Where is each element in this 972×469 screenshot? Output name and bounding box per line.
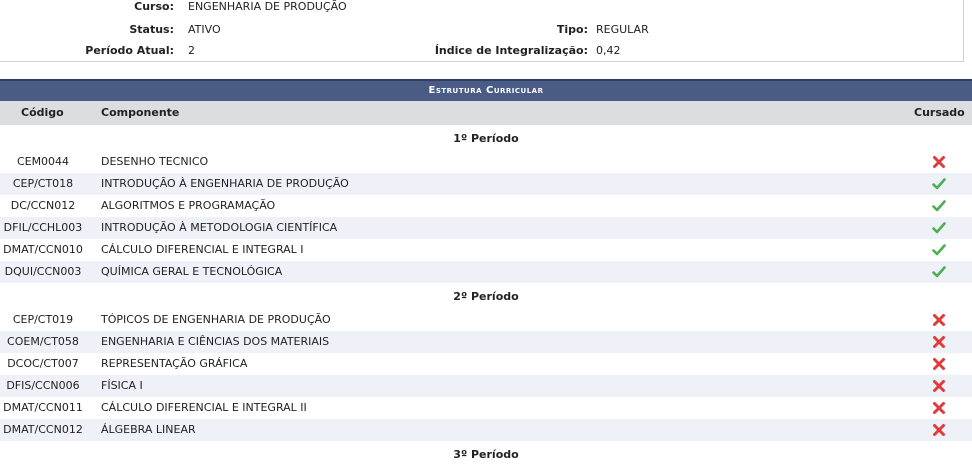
table-row: DMAT/CCN010 CÁLCULO DIFERENCIAL E INTEGRA… <box>0 239 972 261</box>
table-row: DQUI/CCN003 QUÍMICA GERAL E TECNOLÓGICA <box>0 261 972 283</box>
table-row: COEM/CT058 ENGENHARIA E CIÊNCIAS DOS MATE… <box>0 331 972 353</box>
table-row: DFIL/CCHL003 INTRODUÇÃO À METODOLOGIA CIE… <box>0 217 972 239</box>
check-icon <box>932 221 946 235</box>
period-header: 2º Período <box>0 283 972 309</box>
periodo-atual-value: 2 <box>188 44 195 57</box>
table-row: CEP/CT018 INTRODUÇÃO À ENGENHARIA DE PROD… <box>0 173 972 195</box>
component-name: FÍSICA I <box>101 379 143 392</box>
component-name: CÁLCULO DIFERENCIAL E INTEGRAL II <box>101 401 307 414</box>
cross-icon <box>932 155 946 169</box>
table-header: Código Componente Cursado <box>0 101 972 125</box>
component-code: DMAT/CCN012 <box>3 423 83 436</box>
table-row: DCOC/CT007 REPRESENTAÇÃO GRÁFICA <box>0 353 972 375</box>
table-row: CEM0044 DESENHO TECNICO <box>0 151 972 173</box>
component-name: ÁLGEBRA LINEAR <box>101 423 196 436</box>
component-code: DQUI/CCN003 <box>4 265 82 278</box>
check-icon <box>932 265 946 279</box>
component-code: DFIS/CCN006 <box>6 379 80 392</box>
component-code: DMAT/CCN010 <box>3 243 83 256</box>
component-name: CÁLCULO DIFERENCIAL E INTEGRAL I <box>101 243 304 256</box>
table-row: DFIS/CCN006 FÍSICA I <box>0 375 972 397</box>
status-label: Status: <box>129 23 174 36</box>
periodo-atual-label: Período Atual: <box>85 44 174 57</box>
component-code: CEM0044 <box>16 155 70 168</box>
component-name: ENGENHARIA E CIÊNCIAS DOS MATERIAIS <box>101 335 330 348</box>
curso-label: Curso: <box>134 0 174 13</box>
check-icon <box>932 243 946 257</box>
component-name: QUÍMICA GERAL E TECNOLÓGICA <box>101 265 283 278</box>
col-codigo-header: Código <box>21 106 64 119</box>
tipo-value: REGULAR <box>596 23 649 36</box>
cross-icon <box>932 379 946 393</box>
tipo-label: Tipo: <box>556 23 588 36</box>
table-row: CEP/CT019 TÓPICOS DE ENGENHARIA DE PRODUÇ… <box>0 309 972 331</box>
cross-icon <box>932 423 946 437</box>
table-row: DMAT/CCN011 CÁLCULO DIFERENCIAL E INTEGRA… <box>0 397 972 419</box>
component-code: DFIL/CCHL003 <box>3 221 83 234</box>
table-row: DC/CCN012 ALGORITMOS E PROGRAMAÇÃO <box>0 195 972 217</box>
component-name: ALGORITMOS E PROGRAMAÇÃO <box>101 199 276 212</box>
status-value: ATIVO <box>188 23 221 36</box>
component-code: DMAT/CCN011 <box>3 401 83 414</box>
table-caption: Estrutura Curricular <box>0 79 972 101</box>
cross-icon <box>932 313 946 327</box>
component-name: REPRESENTAÇÃO GRÁFICA <box>101 357 248 370</box>
component-code: CEP/CT018 <box>12 177 74 190</box>
col-componente-header: Componente <box>101 106 180 119</box>
col-cursado-header: Cursado <box>914 106 965 119</box>
indice-integralizacao-label: Índice de Integralização: <box>434 44 588 57</box>
cross-icon <box>932 335 946 349</box>
component-name: INTRODUÇÃO À METODOLOGIA CIENTÍFICA <box>101 221 338 234</box>
check-icon <box>932 199 946 213</box>
component-name: DESENHO TECNICO <box>101 155 209 168</box>
cross-icon <box>932 357 946 371</box>
cross-icon <box>932 401 946 415</box>
component-code: DCOC/CT007 <box>7 357 79 370</box>
indice-integralizacao-value: 0,42 <box>596 44 621 57</box>
period-header: 3º Período <box>0 441 972 467</box>
component-code: CEP/CT019 <box>12 313 74 326</box>
curso-value: ENGENHARIA DE PRODUÇÃO <box>188 0 347 13</box>
student-info-panel: Curso: ENGENHARIA DE PRODUÇÃO Status: AT… <box>0 0 964 62</box>
period-header: 1º Período <box>0 125 972 151</box>
table-row: DMAT/CCN012 ÁLGEBRA LINEAR <box>0 419 972 441</box>
table-body: 1º Período CEM0044 DESENHO TECNICO CEP/CT01… <box>0 125 972 467</box>
component-code: DC/CCN012 <box>10 199 76 212</box>
component-name: INTRODUÇÃO À ENGENHARIA DE PRODUÇÃO <box>101 177 349 190</box>
curriculum-table: Estrutura Curricular Código Componente C… <box>0 79 972 467</box>
component-code: COEM/CT058 <box>7 335 79 348</box>
check-icon <box>932 177 946 191</box>
component-name: TÓPICOS DE ENGENHARIA DE PRODUÇÃO <box>101 313 331 326</box>
